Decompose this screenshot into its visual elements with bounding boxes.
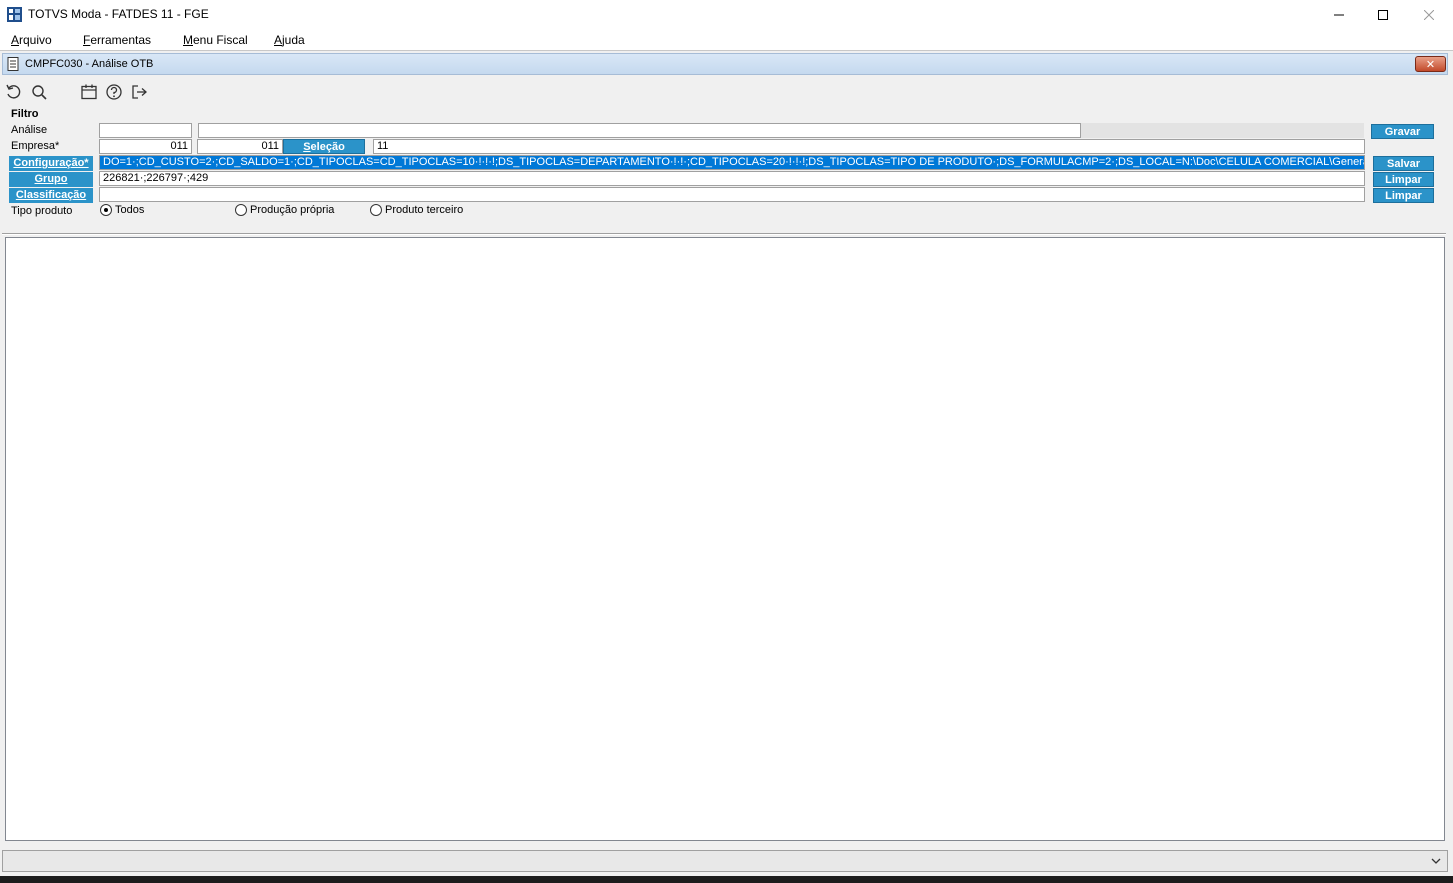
analise-readonly-area (1081, 123, 1364, 138)
close-icon: ✕ (1425, 58, 1436, 71)
radio-unselected-icon (370, 204, 382, 216)
child-window-title: CMPFC030 - Análise OTB (25, 58, 154, 70)
analise-description-input[interactable] (198, 123, 1081, 138)
classificacao-input[interactable] (99, 187, 1365, 202)
classificacao-link[interactable]: Classificação (9, 188, 93, 203)
radio-selected-icon (100, 204, 112, 216)
minimize-icon (1334, 14, 1344, 16)
chevron-down-icon[interactable] (1429, 854, 1443, 868)
totvs-app-icon (7, 7, 22, 22)
radio-produto-terceiro-label: Produto terceiro (385, 204, 464, 216)
salvar-button[interactable]: Salvar (1373, 156, 1434, 171)
radio-unselected-icon (235, 204, 247, 216)
radio-producao-propria-label: Produção própria (250, 204, 335, 216)
selecao-value-field[interactable]: 11 (373, 139, 1365, 154)
grupo-input[interactable]: 226821·;226797·;429 (99, 171, 1365, 186)
close-icon (1424, 10, 1434, 20)
menu-arquivo[interactable]: Arquivo (11, 33, 52, 47)
analise-label: Análise (11, 124, 48, 136)
calendar-icon[interactable] (80, 83, 98, 101)
document-icon (7, 57, 19, 71)
status-bar[interactable] (2, 850, 1448, 872)
taskbar-edge (0, 876, 1453, 883)
menu-bar: Arquivo Ferramentas Menu Fiscal Ajuda (0, 30, 1453, 50)
gravar-button[interactable]: Gravar (1371, 124, 1434, 139)
help-icon[interactable] (105, 83, 123, 101)
radio-producao-propria[interactable]: Produção própria (235, 204, 334, 216)
radio-todos[interactable]: Todos (100, 204, 144, 216)
radio-produto-terceiro[interactable]: Produto terceiro (370, 204, 463, 216)
section-divider (2, 233, 1446, 235)
empresa-label: Empresa* (11, 140, 60, 152)
results-panel[interactable] (5, 237, 1445, 841)
empresa-to-input[interactable]: 011 (197, 139, 283, 154)
grupo-link[interactable]: Grupo (9, 172, 93, 187)
tipo-produto-label: Tipo produto (11, 205, 73, 217)
search-icon[interactable] (30, 83, 48, 101)
exit-icon[interactable] (130, 83, 148, 101)
maximize-button[interactable] (1360, 0, 1406, 30)
analise-code-input[interactable] (99, 123, 192, 138)
limpar-classificacao-button[interactable]: Limpar (1373, 188, 1434, 203)
configuracao-input[interactable]: DO=1·;CD_CUSTO=2·;CD_SALDO=1·;CD_TIPOCLA… (99, 155, 1365, 170)
toolbar (2, 78, 1446, 106)
close-button[interactable] (1406, 0, 1452, 30)
child-close-button[interactable]: ✕ (1415, 56, 1446, 72)
child-window-titlebar: CMPFC030 - Análise OTB ✕ (2, 53, 1448, 75)
app-titlebar: TOTVS Moda - FATDES 11 - FGE (0, 0, 1453, 30)
limpar-grupo-button[interactable]: Limpar (1373, 172, 1434, 187)
menu-ajuda[interactable]: Ajuda (274, 33, 305, 47)
configuracao-link[interactable]: Configuração* (9, 156, 93, 171)
filter-heading: Filtro (11, 108, 39, 120)
window-title: TOTVS Moda - FATDES 11 - FGE (28, 7, 209, 21)
selecao-button[interactable]: Seleção (283, 139, 365, 154)
menu-ferramentas[interactable]: Ferramentas (83, 33, 151, 47)
empresa-from-input[interactable]: 011 (99, 139, 192, 154)
menu-fiscal[interactable]: Menu Fiscal (183, 33, 248, 47)
radio-todos-label: Todos (115, 204, 145, 216)
maximize-icon (1378, 10, 1388, 20)
refresh-icon[interactable] (5, 83, 23, 101)
minimize-button[interactable] (1316, 0, 1362, 30)
